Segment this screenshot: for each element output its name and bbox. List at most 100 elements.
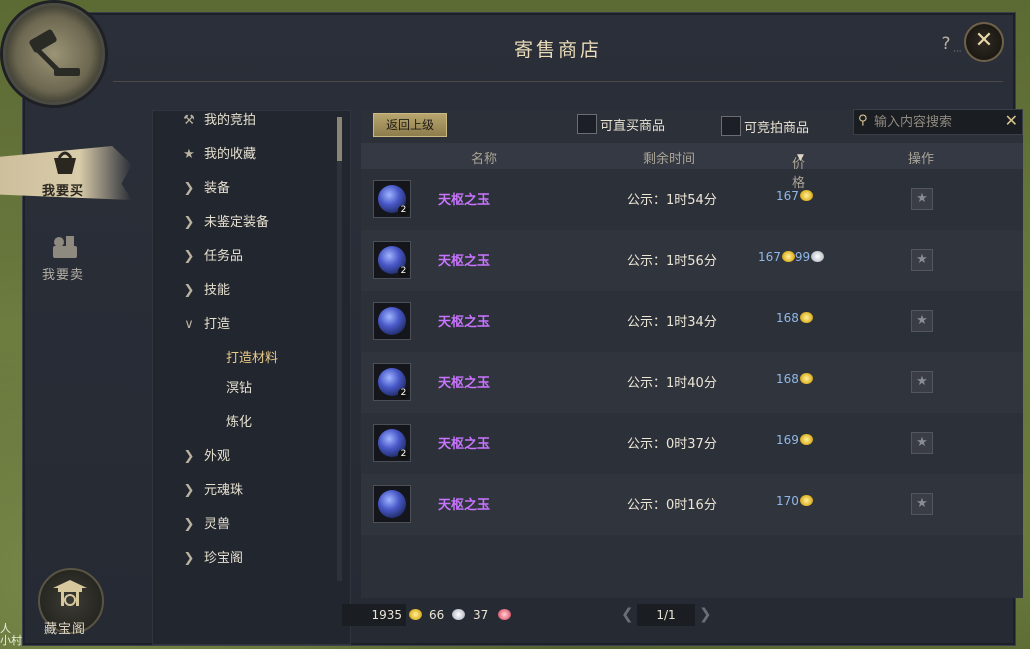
- column-action: 操作: [908, 152, 935, 167]
- item-remaining-time: 公示：1时40分: [627, 376, 717, 391]
- item-icon[interactable]: 2: [373, 180, 411, 218]
- listing-row[interactable]: 2 天枢之玉 公示：1时54分 167 ★: [361, 169, 1023, 230]
- item-count: 2: [398, 205, 409, 216]
- column-name: 名称: [471, 152, 498, 167]
- wallet-silver: 66: [429, 608, 445, 622]
- prev-page-icon[interactable]: ❮: [621, 605, 634, 623]
- item-icon[interactable]: [373, 302, 411, 340]
- listing-row[interactable]: 2 天枢之玉 公示：1时40分 168 ★: [361, 352, 1023, 413]
- pavilion-label: 藏宝阁: [44, 622, 87, 637]
- jade-orb-icon: [378, 307, 406, 335]
- title-bar: 寄售商店: [113, 13, 1003, 82]
- gavel-icon: ⚒: [183, 113, 195, 128]
- category-item[interactable]: ❯ 灵兽: [152, 510, 337, 540]
- favorite-star-button[interactable]: ★: [911, 493, 933, 515]
- category-label: 溟钻: [226, 381, 253, 396]
- category-item[interactable]: ❯ 珍宝阁: [152, 544, 337, 574]
- category-label: 珍宝阁: [204, 551, 244, 566]
- category-item[interactable]: ⚒ 我的竞拍: [152, 106, 337, 136]
- item-price: 170: [776, 494, 813, 508]
- wallet-gold: 1935: [371, 608, 402, 622]
- red-coin-icon: [498, 609, 511, 620]
- category-scrollbar[interactable]: [337, 117, 342, 581]
- favorite-star-button[interactable]: ★: [911, 310, 933, 332]
- search-box: ⚲ ✕: [853, 109, 1023, 135]
- category-label: 灵兽: [204, 517, 231, 532]
- gold-coin-icon: [799, 312, 813, 323]
- item-icon[interactable]: 2: [373, 424, 411, 462]
- category-label: 未鉴定装备: [204, 215, 270, 230]
- item-count: 2: [398, 449, 409, 460]
- item-name: 天枢之玉: [438, 315, 491, 330]
- item-icon[interactable]: 2: [373, 241, 411, 279]
- item-price: 168: [776, 372, 813, 386]
- listing-row[interactable]: 2 天枢之玉 公示：1时56分 167 99 ★: [361, 230, 1023, 291]
- item-name: 天枢之玉: [438, 376, 491, 391]
- item-icon[interactable]: 2: [373, 363, 411, 401]
- category-item[interactable]: ★ 我的收藏: [152, 140, 337, 170]
- listing-row[interactable]: 天枢之玉 公示：0时16分 170 ★: [361, 474, 1023, 535]
- category-item[interactable]: 炼化: [152, 408, 337, 438]
- window-title: 寄售商店: [513, 39, 602, 61]
- category-label: 外观: [204, 449, 231, 464]
- category-label: 炼化: [226, 415, 253, 430]
- sort-down-icon: ▼: [797, 153, 804, 163]
- page-indicator: 1/1: [637, 604, 695, 626]
- item-price: 168: [776, 311, 813, 325]
- back-button[interactable]: 返回上级: [373, 113, 447, 137]
- consignment-shop-window: 寄售商店 ? ··· ✕ ⚒ 我的竞拍 ★ 我的收藏 ❯ 装备 ❯ 未鉴定装备 ❯ 任务品 ❯ 技能 ∨ 打…: [22, 12, 1023, 646]
- item-price: 169: [776, 433, 813, 447]
- category-item[interactable]: ❯ 未鉴定装备: [152, 208, 337, 238]
- category-item[interactable]: ❯ 装备: [152, 174, 337, 204]
- item-remaining-time: 公示：1时34分: [627, 315, 717, 330]
- table-header: 名称 剩余时间 价格 ▼ 操作: [361, 143, 1023, 191]
- favorite-star-button[interactable]: ★: [911, 432, 933, 454]
- item-price: 167 99: [758, 250, 825, 264]
- chevron-right-icon: ❯: [183, 181, 195, 196]
- favorite-star-button[interactable]: ★: [911, 371, 933, 393]
- basket-icon: [54, 151, 76, 174]
- next-page-icon[interactable]: ❯: [699, 605, 712, 623]
- category-item[interactable]: ❯ 技能: [152, 276, 337, 306]
- category-item[interactable]: 溟钻: [152, 374, 337, 404]
- listing-row[interactable]: 2 天枢之玉 公示：0时37分 169 ★: [361, 413, 1023, 474]
- jade-orb-icon: [378, 490, 406, 518]
- gold-coin-icon: [799, 190, 813, 201]
- bid-checkbox[interactable]: [721, 116, 741, 136]
- world-overlay-text: 人 小村: [0, 622, 22, 647]
- item-icon[interactable]: [373, 485, 411, 523]
- category-item[interactable]: ❯ 外观: [152, 442, 337, 472]
- listing-row[interactable]: 天枢之玉 公示：1时34分 168 ★: [361, 291, 1023, 352]
- help-button[interactable]: ? ···: [935, 33, 961, 57]
- category-label: 打造: [204, 317, 231, 332]
- gold-coin-icon: [799, 434, 813, 445]
- auction-emblem: [3, 3, 105, 105]
- category-item[interactable]: ❯ 元魂珠: [152, 476, 337, 506]
- chevron-right-icon: ❯: [183, 483, 195, 498]
- tab-buy[interactable]: 我要买: [0, 138, 132, 208]
- buy-now-label: 可直买商品: [600, 119, 666, 134]
- item-remaining-time: 公示：1时54分: [627, 193, 717, 208]
- search-input[interactable]: [872, 112, 1002, 132]
- chevron-right-icon: ❯: [183, 283, 195, 298]
- buy-now-checkbox[interactable]: [577, 114, 597, 134]
- category-item[interactable]: ❯ 任务品: [152, 242, 337, 272]
- gold-coin-icon: [799, 373, 813, 384]
- chevron-right-icon: ❯: [183, 449, 195, 464]
- item-name: 天枢之玉: [438, 498, 491, 513]
- favorite-star-button[interactable]: ★: [911, 249, 933, 271]
- tab-sell[interactable]: 我要卖: [0, 222, 110, 292]
- listing-toolbar: 返回上级 可直买商品 可竞拍商品 ⚲ ✕: [361, 109, 1023, 140]
- silver-coin-icon: [811, 251, 825, 262]
- close-button[interactable]: ✕: [964, 22, 1004, 62]
- favorite-star-button[interactable]: ★: [911, 188, 933, 210]
- scrollbar-thumb[interactable]: [337, 117, 342, 161]
- bid-label: 可竞拍商品: [744, 121, 810, 136]
- category-item[interactable]: 打造材料: [152, 344, 337, 374]
- wallet-red: 37: [473, 608, 489, 622]
- category-item[interactable]: ∨ 打造: [152, 310, 337, 340]
- clear-search-icon[interactable]: ✕: [1005, 111, 1018, 130]
- silver-coin-icon: [452, 609, 465, 620]
- item-remaining-time: 公示：1时56分: [627, 254, 717, 269]
- category-label: 打造材料: [226, 351, 279, 366]
